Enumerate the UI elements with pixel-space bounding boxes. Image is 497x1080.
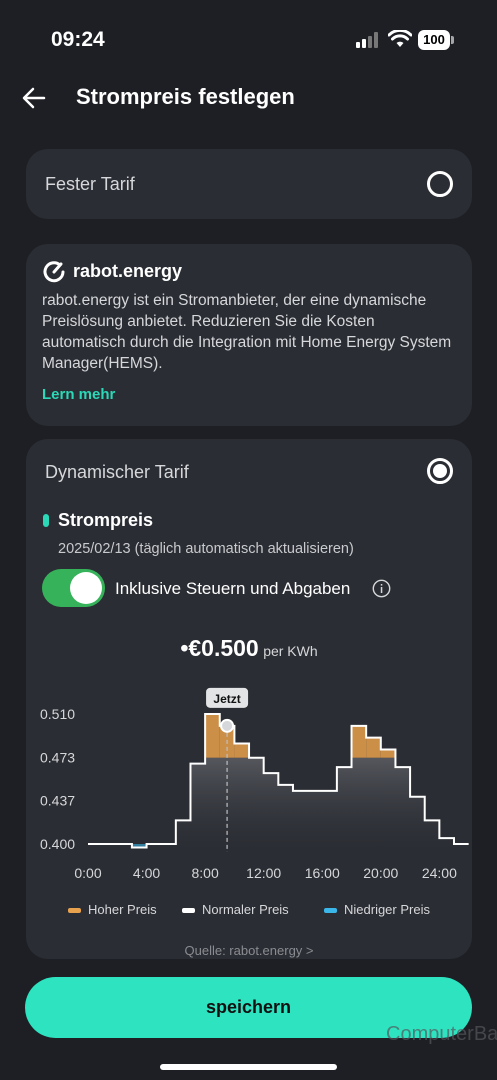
y-tick-label: 0.437 xyxy=(40,792,75,808)
fixed-tariff-label: Fester Tarif xyxy=(45,174,135,194)
high-price-bar xyxy=(380,749,396,758)
x-tick-label: 12:00 xyxy=(246,865,281,881)
price-heading: Strompreis xyxy=(58,510,154,530)
legend-low-swatch xyxy=(324,908,337,914)
legend-high-label: Hoher Preis xyxy=(88,902,157,917)
chart-legend: Hoher Preis Normaler Preis Niedriger Pre… xyxy=(26,902,472,922)
legend-low: Niedriger Preis xyxy=(324,902,430,917)
x-tick-label: 16:00 xyxy=(305,865,340,881)
x-tick-label: 24:00 xyxy=(422,865,457,881)
legend-normal-swatch xyxy=(182,908,195,914)
rabot-description: rabot.energy ist ein Stromanbieter, der … xyxy=(42,292,452,372)
legend-low-label: Niedriger Preis xyxy=(344,902,430,917)
dynamic-tariff-option[interactable]: Dynamischer Tarif Strompreis 2025/02/13 … xyxy=(26,439,472,959)
toggle-knob xyxy=(70,572,102,604)
y-tick-label: 0.473 xyxy=(40,750,75,766)
x-tick-label: 0:00 xyxy=(74,865,101,881)
taxes-toggle[interactable] xyxy=(42,569,105,607)
back-arrow-icon[interactable] xyxy=(20,84,48,112)
legend-normal-label: Normaler Preis xyxy=(202,902,289,917)
now-label: Jetzt xyxy=(213,692,240,706)
price-date: 2025/02/13 (täglich automatisch aktualis… xyxy=(58,541,354,557)
page-title: Strompreis festlegen xyxy=(76,84,295,109)
rabot-name: rabot.energy xyxy=(73,261,183,281)
now-marker-dot xyxy=(220,718,235,733)
battery-icon: 100 xyxy=(418,30,454,50)
high-price-bar xyxy=(234,743,250,758)
price-indicator-dot xyxy=(43,514,49,527)
legend-high-swatch xyxy=(68,908,81,914)
status-time: 09:24 xyxy=(51,28,105,51)
info-icon[interactable] xyxy=(372,579,391,598)
chart-area xyxy=(88,757,469,852)
high-price-bar xyxy=(351,725,367,758)
x-tick-label: 4:00 xyxy=(133,865,160,881)
high-price-bar xyxy=(366,737,381,758)
home-indicator xyxy=(160,1064,337,1070)
legend-normal: Normaler Preis xyxy=(182,902,289,917)
wifi-icon xyxy=(388,30,412,47)
rabot-info-card: rabot.energy rabot.energy ist ein Stroma… xyxy=(26,244,472,426)
fixed-tariff-option[interactable]: Fester Tarif xyxy=(26,149,472,219)
current-price-unit: per KWh xyxy=(263,643,318,659)
dynamic-tariff-radio[interactable] xyxy=(427,458,453,484)
x-tick-label: 8:00 xyxy=(191,865,218,881)
price-chart: 0.510 0.473 0.437 0.400 0:00 4:00 8:00 12:00 16:… xyxy=(40,687,469,881)
rabot-logo-icon xyxy=(43,261,65,283)
current-price: •€0.500 per KWh xyxy=(26,635,472,662)
legend-high: Hoher Preis xyxy=(68,902,157,917)
y-tick-label: 0.510 xyxy=(40,706,75,722)
fixed-tariff-radio[interactable] xyxy=(427,171,453,197)
dynamic-tariff-label: Dynamischer Tarif xyxy=(45,462,189,482)
taxes-toggle-label: Inklusive Steuern und Abgaben xyxy=(115,579,351,598)
learn-more-link[interactable]: Lern mehr xyxy=(42,386,115,403)
current-price-value: •€0.500 xyxy=(180,635,259,661)
cellular-signal-icon xyxy=(356,32,378,48)
watermark: ComputerBase xyxy=(386,1023,497,1045)
high-price-bar xyxy=(205,714,220,758)
source-link[interactable]: Quelle: rabot.energy > xyxy=(26,943,472,959)
y-tick-label: 0.400 xyxy=(40,836,75,852)
battery-level: 100 xyxy=(418,30,450,50)
x-tick-label: 20:00 xyxy=(363,865,398,881)
status-bar: 09:24 100 xyxy=(0,0,497,80)
